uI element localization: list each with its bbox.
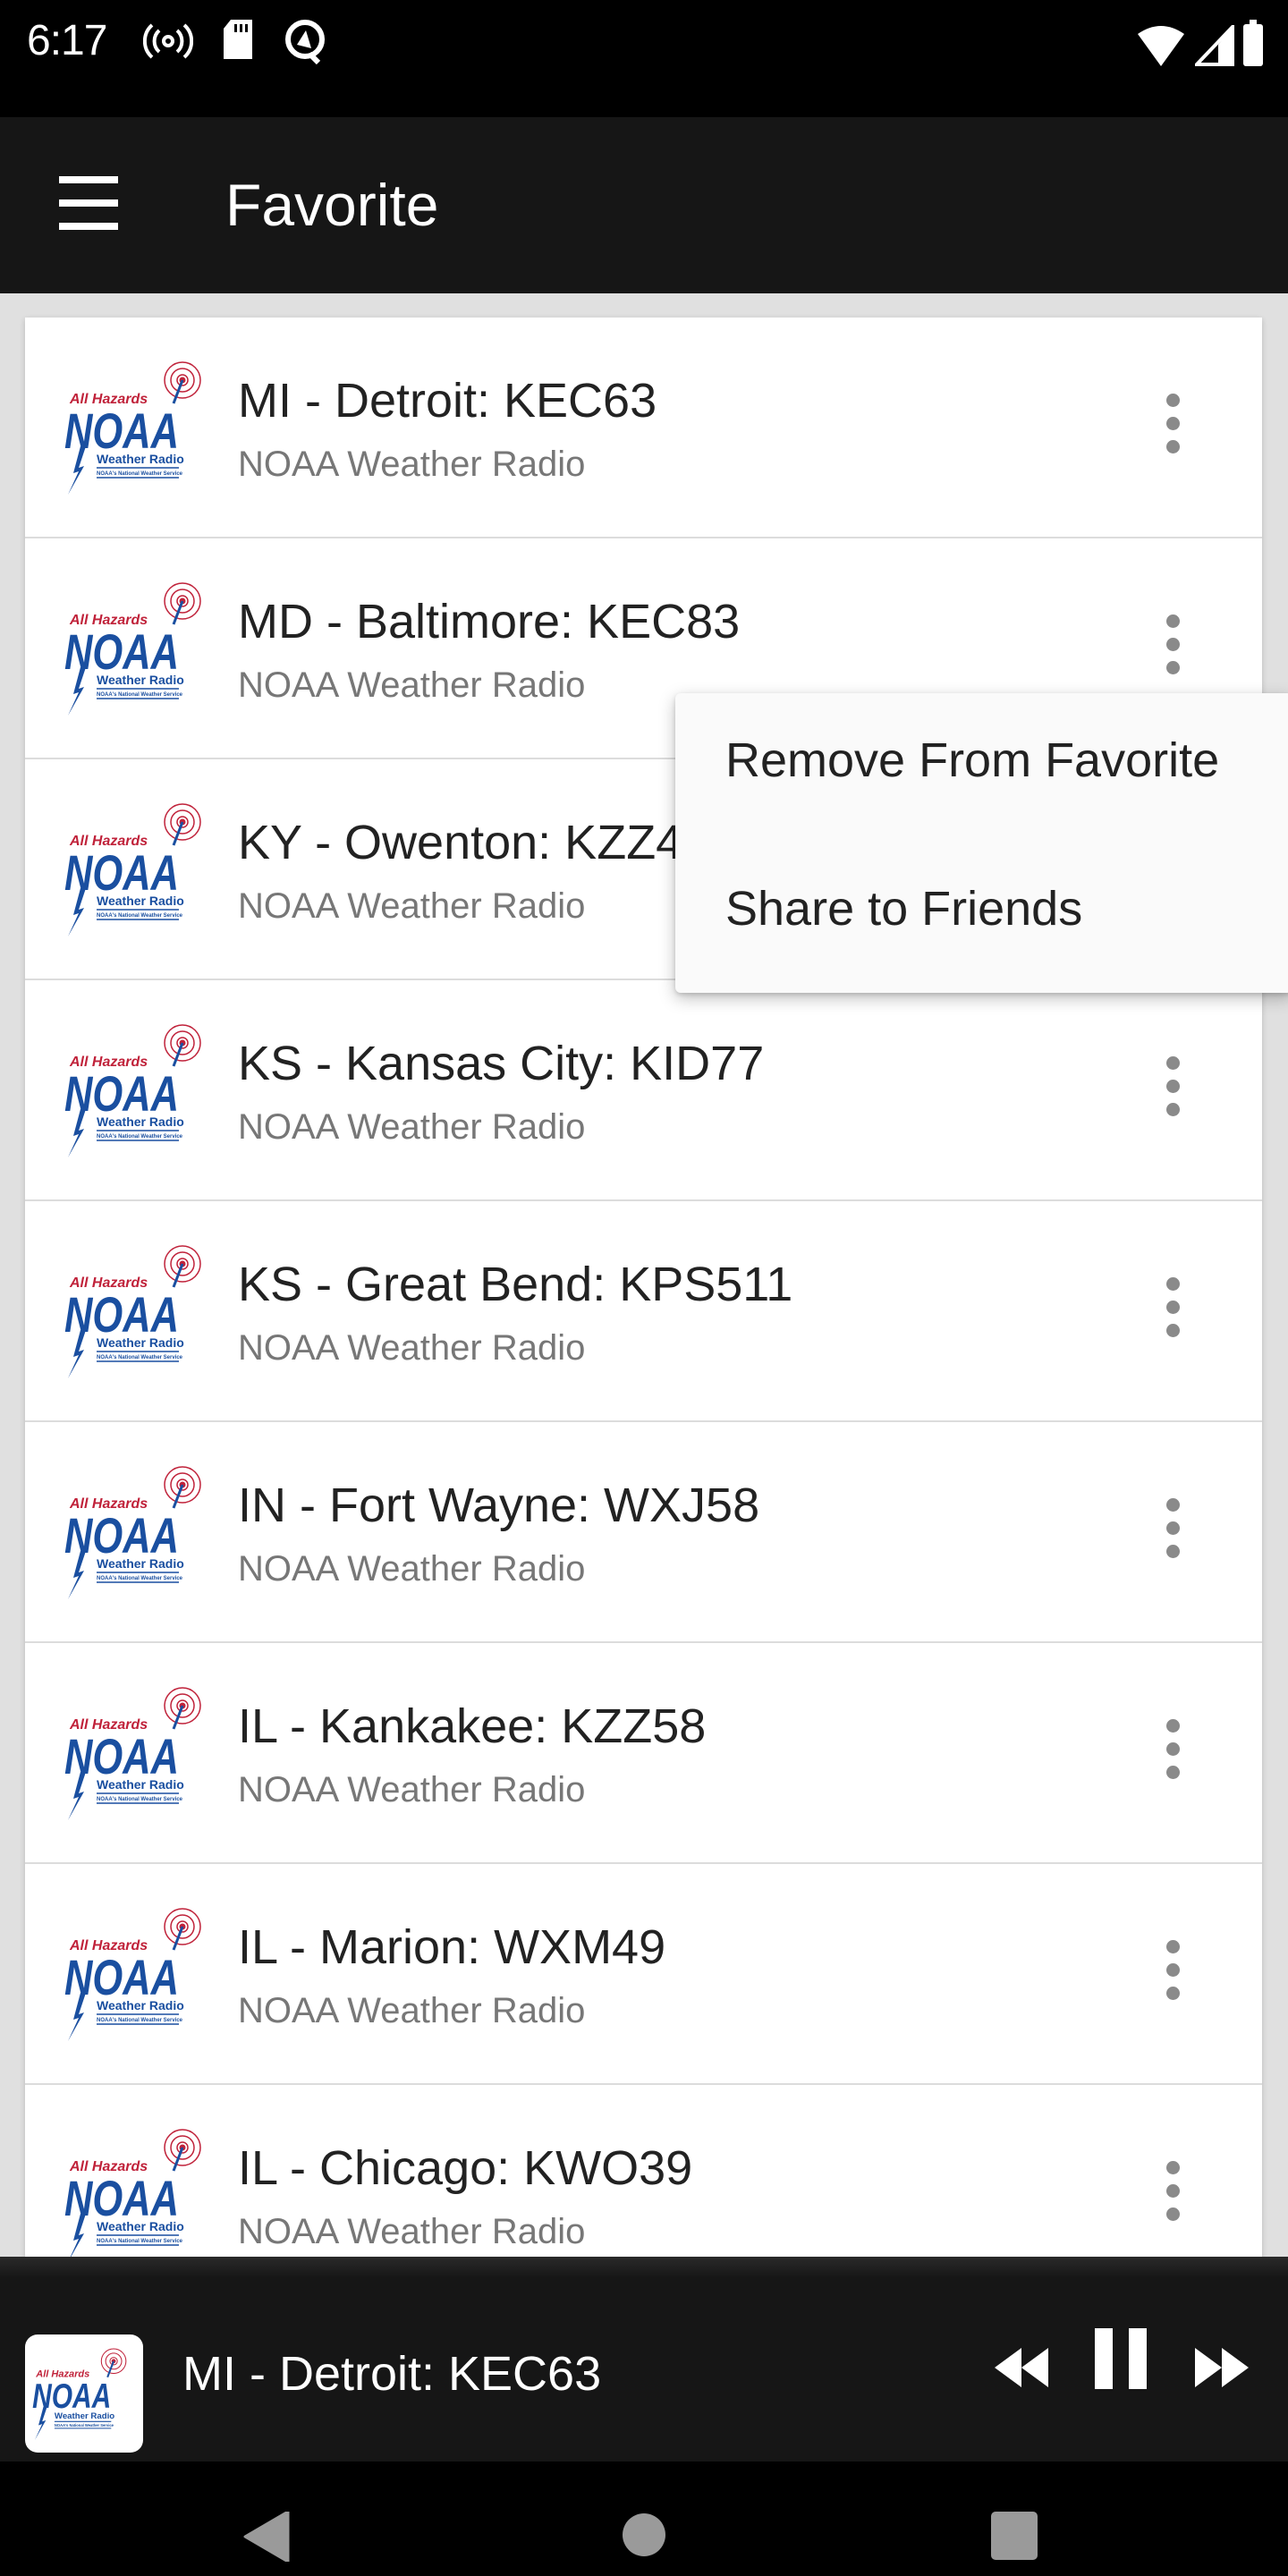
mini-player[interactable]: All Hazards NOAA Weather Radio NOAA's Na… bbox=[0, 2257, 1288, 2462]
noaa-logo: All Hazards NOAA Weather Radio NOAA's Na… bbox=[64, 1024, 201, 1157]
station-subtitle: NOAA Weather Radio bbox=[238, 1107, 586, 1147]
svg-text:Weather Radio: Weather Radio bbox=[97, 452, 184, 466]
app-bar: Favorite bbox=[0, 117, 1288, 293]
svg-text:NOAA's National Weather Servic: NOAA's National Weather Service bbox=[97, 2239, 183, 2244]
station-list-item[interactable]: All Hazards NOAA Weather Radio NOAA's Na… bbox=[25, 1643, 1262, 1864]
noaa-logo: All Hazards NOAA Weather Radio NOAA's Na… bbox=[32, 2348, 127, 2440]
system-nav-bar bbox=[0, 2462, 1288, 2576]
station-title: IL - Marion: WXM49 bbox=[238, 1920, 666, 1974]
context-menu: Remove From Favorite Share to Friends bbox=[675, 693, 1288, 993]
menu-item-remove-from-favorite[interactable]: Remove From Favorite bbox=[675, 693, 1288, 827]
station-list-item[interactable]: All Hazards NOAA Weather Radio NOAA's Na… bbox=[25, 1864, 1262, 2085]
noaa-logo: All Hazards NOAA Weather Radio NOAA's Na… bbox=[64, 1687, 201, 1820]
svg-text:Weather Radio: Weather Radio bbox=[97, 1335, 184, 1350]
svg-text:Weather Radio: Weather Radio bbox=[55, 2411, 114, 2421]
station-subtitle: NOAA Weather Radio bbox=[238, 2212, 586, 2251]
noaa-logo: All Hazards NOAA Weather Radio NOAA's Na… bbox=[64, 1466, 201, 1599]
more-options-icon[interactable] bbox=[1156, 1498, 1191, 1570]
hotspot-icon bbox=[143, 23, 193, 59]
recents-icon[interactable] bbox=[991, 2512, 1038, 2560]
menu-item-share-to-friends[interactable]: Share to Friends bbox=[675, 842, 1288, 976]
battery-icon bbox=[1243, 20, 1263, 66]
station-title: IL - Kankakee: KZZ58 bbox=[238, 1699, 707, 1753]
more-options-icon[interactable] bbox=[1156, 1277, 1191, 1349]
wifi-icon bbox=[1138, 26, 1184, 66]
status-time: 6:17 bbox=[27, 17, 107, 64]
svg-text:NOAA's National Weather Servic: NOAA's National Weather Service bbox=[97, 2018, 183, 2023]
sd-card-icon bbox=[224, 20, 252, 59]
station-logo: All Hazards NOAA Weather Radio NOAA's Na… bbox=[59, 802, 220, 938]
station-logo: All Hazards NOAA Weather Radio NOAA's Na… bbox=[59, 1686, 220, 1822]
svg-text:Weather Radio: Weather Radio bbox=[97, 1777, 184, 1792]
svg-text:Weather Radio: Weather Radio bbox=[97, 1998, 184, 2012]
svg-text:Weather Radio: Weather Radio bbox=[97, 894, 184, 908]
station-subtitle: NOAA Weather Radio bbox=[238, 1991, 586, 2030]
svg-text:NOAA's National Weather Servic: NOAA's National Weather Service bbox=[97, 1576, 183, 1581]
svg-text:NOAA's National Weather Servic: NOAA's National Weather Service bbox=[55, 2423, 114, 2428]
station-logo: All Hazards NOAA Weather Radio NOAA's Na… bbox=[59, 1907, 220, 2043]
noaa-logo: All Hazards NOAA Weather Radio NOAA's Na… bbox=[64, 1908, 201, 2041]
svg-text:NOAA's National Weather Servic: NOAA's National Weather Service bbox=[97, 692, 183, 698]
hamburger-menu-icon[interactable] bbox=[47, 171, 118, 242]
screen: 6:17 Favorite All Hazards NOAA Weather R… bbox=[0, 0, 1288, 2576]
now-playing-artwork: All Hazards NOAA Weather Radio NOAA's Na… bbox=[25, 2334, 143, 2453]
svg-text:NOAA's National Weather Servic: NOAA's National Weather Service bbox=[97, 1797, 183, 1802]
station-title: KY - Owenton: KZZ48 bbox=[238, 816, 710, 869]
status-bar: 6:17 bbox=[0, 0, 1288, 117]
pause-icon[interactable] bbox=[1095, 2328, 1148, 2389]
more-options-icon[interactable] bbox=[1156, 1056, 1191, 1128]
svg-text:Weather Radio: Weather Radio bbox=[97, 673, 184, 687]
station-title: MD - Baltimore: KEC83 bbox=[238, 595, 741, 648]
rewind-icon[interactable] bbox=[993, 2346, 1050, 2389]
svg-text:NOAA's National Weather Servic: NOAA's National Weather Service bbox=[97, 1355, 183, 1360]
status-right-icons bbox=[1136, 20, 1263, 66]
station-list-item[interactable]: All Hazards NOAA Weather Radio NOAA's Na… bbox=[25, 2085, 1262, 2258]
station-title: MI - Detroit: KEC63 bbox=[238, 374, 657, 428]
now-playing-title: MI - Detroit: KEC63 bbox=[182, 2347, 602, 2401]
page-title: Favorite bbox=[225, 172, 439, 238]
favorites-list: All Hazards NOAA Weather Radio NOAA's Na… bbox=[25, 318, 1262, 2258]
station-logo: All Hazards NOAA Weather Radio NOAA's Na… bbox=[59, 360, 220, 496]
station-logo: All Hazards NOAA Weather Radio NOAA's Na… bbox=[59, 1244, 220, 1380]
more-options-icon[interactable] bbox=[1156, 394, 1191, 465]
station-logo: All Hazards NOAA Weather Radio NOAA's Na… bbox=[59, 581, 220, 717]
noaa-logo: All Hazards NOAA Weather Radio NOAA's Na… bbox=[64, 1245, 201, 1378]
svg-text:Weather Radio: Weather Radio bbox=[97, 1556, 184, 1571]
station-subtitle: NOAA Weather Radio bbox=[238, 1328, 586, 1368]
station-list-item[interactable]: All Hazards NOAA Weather Radio NOAA's Na… bbox=[25, 318, 1262, 538]
station-subtitle: NOAA Weather Radio bbox=[238, 445, 586, 484]
station-list-item[interactable]: All Hazards NOAA Weather Radio NOAA's Na… bbox=[25, 1201, 1262, 1422]
station-title: IN - Fort Wayne: WXJ58 bbox=[238, 1479, 760, 1532]
svg-text:Weather Radio: Weather Radio bbox=[97, 1114, 184, 1129]
station-title: KS - Kansas City: KID77 bbox=[238, 1037, 765, 1090]
more-options-icon[interactable] bbox=[1156, 614, 1191, 686]
station-title: KS - Great Bend: KPS511 bbox=[238, 1258, 793, 1311]
cellular-signal-icon bbox=[1195, 25, 1234, 66]
station-logo: All Hazards NOAA Weather Radio NOAA's Na… bbox=[59, 2128, 220, 2258]
noaa-logo: All Hazards NOAA Weather Radio NOAA's Na… bbox=[64, 361, 201, 495]
station-list-item[interactable]: All Hazards NOAA Weather Radio NOAA's Na… bbox=[25, 980, 1262, 1201]
data-saver-icon bbox=[285, 20, 325, 64]
noaa-logo: All Hazards NOAA Weather Radio NOAA's Na… bbox=[64, 803, 201, 936]
noaa-logo: All Hazards NOAA Weather Radio NOAA's Na… bbox=[64, 582, 201, 716]
noaa-logo: All Hazards NOAA Weather Radio NOAA's Na… bbox=[64, 2129, 201, 2258]
svg-text:NOAA's National Weather Servic: NOAA's National Weather Service bbox=[97, 471, 183, 477]
more-options-icon[interactable] bbox=[1156, 1940, 1191, 2012]
station-logo: All Hazards NOAA Weather Radio NOAA's Na… bbox=[59, 1023, 220, 1159]
svg-text:Weather Radio: Weather Radio bbox=[97, 2219, 184, 2233]
station-title: IL - Chicago: KWO39 bbox=[238, 2141, 693, 2195]
station-subtitle: NOAA Weather Radio bbox=[238, 665, 586, 705]
more-options-icon[interactable] bbox=[1156, 2161, 1191, 2233]
svg-text:NOAA's National Weather Servic: NOAA's National Weather Service bbox=[97, 1134, 183, 1140]
home-icon[interactable] bbox=[621, 2512, 667, 2558]
more-options-icon[interactable] bbox=[1156, 1719, 1191, 1791]
station-list-item[interactable]: All Hazards NOAA Weather Radio NOAA's Na… bbox=[25, 1422, 1262, 1643]
station-logo: All Hazards NOAA Weather Radio NOAA's Na… bbox=[59, 1465, 220, 1601]
svg-text:NOAA's National Weather Servic: NOAA's National Weather Service bbox=[97, 913, 183, 919]
fast-forward-icon[interactable] bbox=[1193, 2346, 1250, 2389]
station-subtitle: NOAA Weather Radio bbox=[238, 1549, 586, 1589]
back-icon[interactable] bbox=[243, 2512, 290, 2562]
station-subtitle: NOAA Weather Radio bbox=[238, 886, 586, 926]
station-subtitle: NOAA Weather Radio bbox=[238, 1770, 586, 1809]
